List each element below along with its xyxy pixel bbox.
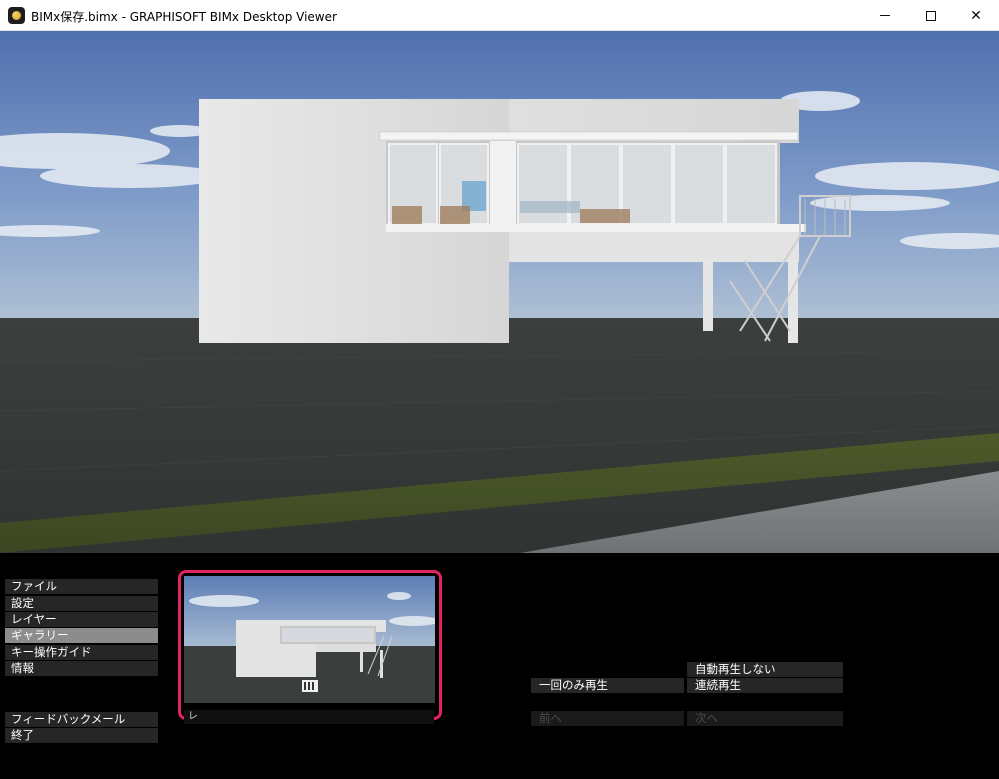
3d-scene: [0, 31, 999, 553]
next-button[interactable]: 次へ: [687, 711, 843, 726]
menu-item-layers[interactable]: レイヤー: [5, 612, 158, 627]
no-autoplay-button[interactable]: 自動再生しない: [687, 662, 843, 677]
bimx-app-icon: [8, 7, 25, 24]
gallery-thumbnail[interactable]: [184, 576, 435, 703]
bottom-panel: ファイル 設定 レイヤー ギャラリー キー操作ガイド 情報 フィードバックメール…: [0, 553, 999, 779]
minimize-icon: [880, 15, 890, 16]
gallery-caption: レ: [184, 710, 434, 724]
title-bar: BIMx保存.bimx - GRAPHISOFT BIMx Desktop Vi…: [0, 0, 999, 31]
menu-item-settings[interactable]: 設定: [5, 596, 158, 611]
previous-button[interactable]: 前へ: [531, 711, 684, 726]
maximize-icon: [926, 10, 936, 21]
menu-item-gallery[interactable]: ギャラリー: [5, 628, 158, 643]
minimize-button[interactable]: [862, 0, 908, 31]
play-once-button[interactable]: 一回のみ再生: [531, 678, 684, 693]
close-icon: ✕: [970, 7, 982, 24]
window-title: BIMx保存.bimx - GRAPHISOFT BIMx Desktop Vi…: [31, 10, 337, 24]
3d-viewport[interactable]: [0, 31, 999, 553]
menu-item-file[interactable]: ファイル: [5, 579, 158, 594]
menu-item-exit[interactable]: 終了: [5, 728, 158, 743]
gallery-thumbnail-image: [184, 576, 435, 703]
close-button[interactable]: ✕: [953, 0, 999, 31]
menu-item-info[interactable]: 情報: [5, 661, 158, 676]
menu-item-feedback[interactable]: フィードバックメール: [5, 712, 158, 727]
maximize-button[interactable]: [908, 0, 954, 31]
continuous-play-button[interactable]: 連続再生: [687, 678, 843, 693]
menu-item-key-guide[interactable]: キー操作ガイド: [5, 645, 158, 660]
